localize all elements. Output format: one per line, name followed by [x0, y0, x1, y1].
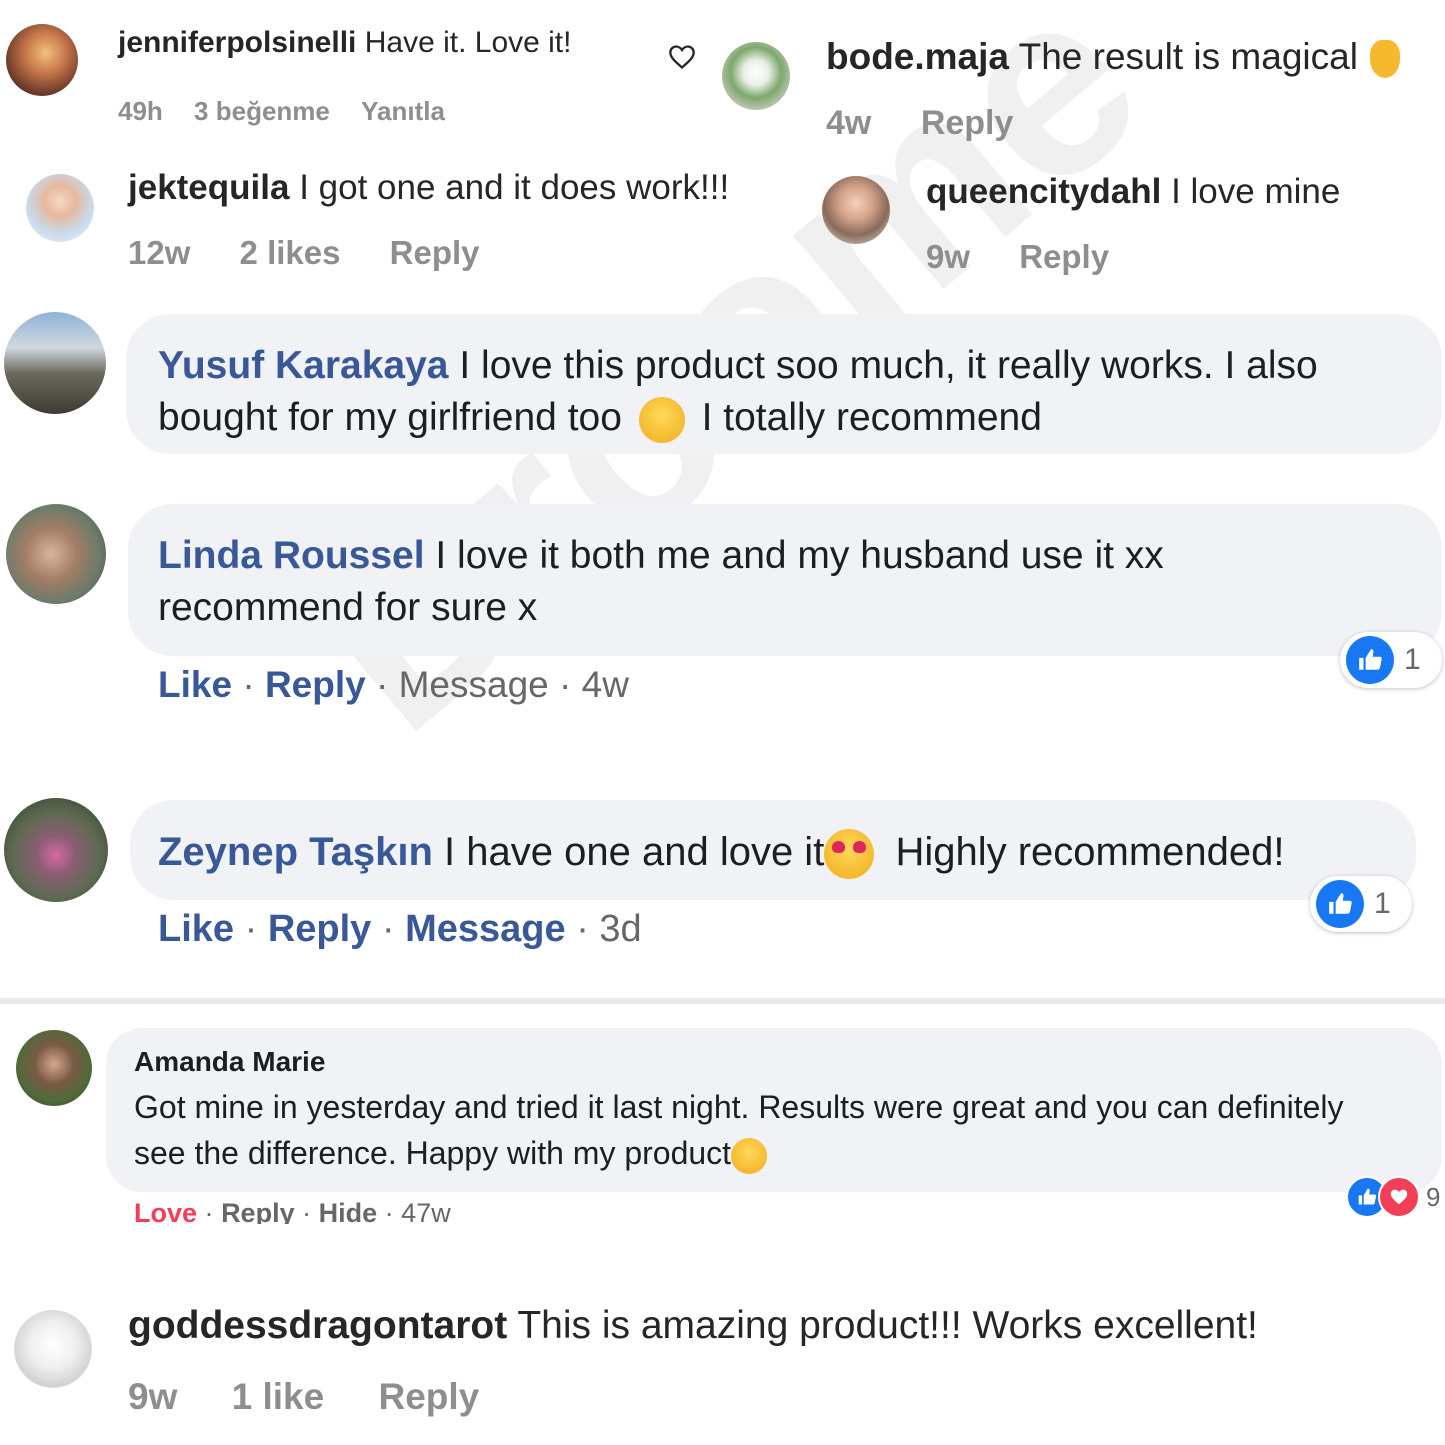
- comment-text: This is amazing product!!! Works excelle…: [517, 1304, 1258, 1347]
- thumbs-up-icon: [1346, 636, 1394, 684]
- comment-actions: Love · Reply · Hide · 47w: [134, 1198, 451, 1224]
- author-name[interactable]: Amanda Marie: [134, 1046, 325, 1078]
- comment-meta: 4w Reply: [826, 104, 1013, 143]
- avatar[interactable]: [14, 1310, 92, 1388]
- separator: ·: [204, 1198, 214, 1224]
- avatar[interactable]: [26, 174, 94, 242]
- avatar[interactable]: [6, 24, 78, 96]
- reaction-badge[interactable]: 9: [1346, 1176, 1440, 1218]
- timestamp: 12w: [128, 234, 191, 271]
- comment-text: I got one and it does work!!!: [299, 168, 730, 207]
- comment-text: I love mine: [1171, 172, 1341, 211]
- reply-link[interactable]: Reply: [268, 908, 371, 950]
- timestamp: 3d: [599, 908, 642, 950]
- author-name[interactable]: Linda Roussel: [158, 534, 425, 577]
- reply-link[interactable]: Reply: [265, 664, 366, 705]
- author-name[interactable]: Zeynep Taşkın: [158, 830, 433, 874]
- avatar[interactable]: [4, 312, 106, 414]
- smiling-face-emoji: [731, 1137, 768, 1174]
- comment-text-block: Zeynep Taşkın I have one and love it Hig…: [158, 826, 1285, 880]
- comment-line: bode.maja The result is magical: [826, 36, 1401, 79]
- reaction-badge[interactable]: 1: [1310, 876, 1412, 932]
- timestamp: 4w: [581, 664, 629, 705]
- comment-text: I totally recommend: [701, 396, 1042, 439]
- reply-link[interactable]: Reply: [390, 234, 480, 271]
- comment-actions: Like · Reply · Message · 3d: [158, 908, 642, 951]
- comment-text-block: Got mine in yesterday and tried it last …: [134, 1084, 1374, 1176]
- reply-link[interactable]: Reply: [921, 104, 1014, 142]
- timestamp: 9w: [128, 1376, 178, 1417]
- reaction-count: 1: [1404, 643, 1421, 676]
- comment-text-block: Yusuf Karakaya I love this product soo m…: [158, 340, 1388, 444]
- message-link[interactable]: Message: [399, 664, 549, 705]
- separator: ·: [375, 664, 389, 705]
- comment-meta: 9w 1 like Reply: [128, 1376, 479, 1418]
- separator: ·: [384, 1198, 394, 1224]
- author-name[interactable]: Yusuf Karakaya: [158, 344, 449, 387]
- heart-outline-icon[interactable]: [668, 44, 696, 70]
- avatar[interactable]: [6, 504, 106, 604]
- thumbs-up-icon: [1316, 880, 1364, 928]
- timestamp: 4w: [826, 104, 872, 142]
- avatar[interactable]: [822, 176, 890, 244]
- comment-text-block: Linda Roussel I love it both me and my h…: [158, 530, 1308, 634]
- reply-link[interactable]: Reply: [379, 1376, 480, 1417]
- hide-link[interactable]: Hide: [319, 1198, 378, 1224]
- love-link[interactable]: Love: [134, 1198, 197, 1224]
- comment-text: I have one and love it: [444, 830, 825, 874]
- username[interactable]: bode.maja: [826, 36, 1009, 77]
- like-count[interactable]: 2 likes: [240, 234, 341, 271]
- smiling-face-emoji: [638, 396, 685, 443]
- divider: [0, 998, 1445, 1004]
- username[interactable]: jenniferpolsinelli: [118, 26, 356, 59]
- comment-meta: 49h 3 beğenme Yanıtla: [118, 96, 445, 127]
- separator: ·: [242, 664, 255, 705]
- like-link[interactable]: Like: [158, 908, 234, 950]
- separator: ·: [244, 908, 258, 950]
- comment-line: jektequila I got one and it does work!!!: [128, 168, 729, 208]
- username[interactable]: jektequila: [128, 168, 289, 207]
- avatar[interactable]: [4, 798, 108, 902]
- message-link[interactable]: Message: [405, 908, 566, 950]
- comment-line: goddessdragontarot This is amazing produ…: [128, 1304, 1258, 1348]
- ok-hand-emoji: [1370, 40, 1401, 79]
- reply-link[interactable]: Reply: [221, 1198, 295, 1224]
- like-link[interactable]: Like: [158, 664, 232, 705]
- reaction-count: 9: [1426, 1181, 1441, 1212]
- timestamp: 9w: [926, 238, 971, 275]
- reply-link[interactable]: Reply: [1019, 238, 1109, 275]
- like-count[interactable]: 1 like: [232, 1376, 325, 1417]
- comment-line: jenniferpolsinelli Have it. Love it!: [118, 26, 571, 60]
- like-count[interactable]: 3 beğenme: [194, 96, 330, 126]
- separator: ·: [381, 908, 395, 950]
- comment-text: Have it. Love it!: [364, 26, 572, 59]
- timestamp: 47w: [401, 1198, 451, 1224]
- avatar[interactable]: [722, 42, 790, 110]
- comment-line: queencitydahl I love mine: [926, 172, 1340, 212]
- reply-link[interactable]: Yanıtla: [361, 96, 445, 126]
- avatar[interactable]: [16, 1030, 92, 1106]
- comment-text: Highly recommended!: [895, 830, 1285, 874]
- username[interactable]: queencitydahl: [926, 172, 1161, 211]
- heart-eyes-emoji: [824, 829, 875, 880]
- separator: ·: [302, 1198, 312, 1224]
- username[interactable]: goddessdragontarot: [128, 1304, 507, 1347]
- love-reaction-icon: [1378, 1176, 1420, 1218]
- comment-meta: 9w Reply: [926, 238, 1109, 276]
- reaction-count: 1: [1374, 887, 1391, 920]
- separator: ·: [559, 664, 572, 705]
- comment-text: The result is magical: [1018, 36, 1358, 77]
- reaction-badge[interactable]: 1: [1340, 632, 1442, 688]
- timestamp: 49h: [118, 96, 163, 126]
- comment-meta: 12w 2 likes Reply: [128, 234, 480, 272]
- comment-actions: Like · Reply · Message · 4w: [158, 664, 629, 706]
- separator: ·: [576, 908, 589, 950]
